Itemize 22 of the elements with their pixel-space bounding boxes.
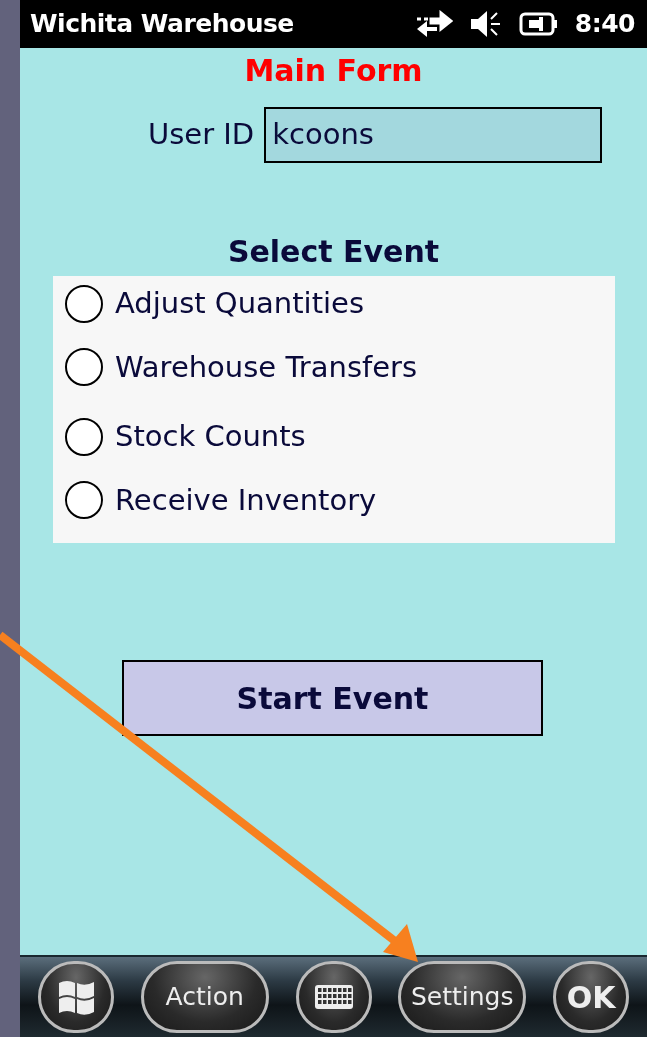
user-id-field[interactable]: kcoons xyxy=(264,107,603,163)
softkey-button[interactable]: Action xyxy=(140,961,269,1033)
radio-button[interactable] xyxy=(65,348,103,387)
clock: 8:40 xyxy=(574,8,635,41)
radio-button[interactable] xyxy=(65,481,103,520)
app-title: Wichita Warehouse xyxy=(30,8,294,41)
speaker-icon xyxy=(468,9,503,39)
event-option-label[interactable]: Warehouse Transfers xyxy=(115,345,418,389)
ok-button[interactable]: OK xyxy=(553,961,629,1033)
event-option-label[interactable]: Adjust Quantities xyxy=(115,282,365,326)
keyboard-icon xyxy=(313,984,354,1010)
section-title: Select Event xyxy=(227,234,440,269)
radio-button[interactable] xyxy=(65,284,103,323)
connectivity-icon xyxy=(414,10,453,38)
user-id-label: User ID xyxy=(148,116,255,154)
softkey-button[interactable]: Settings xyxy=(398,961,527,1033)
event-option-label[interactable]: Receive Inventory xyxy=(115,478,377,522)
battery-icon xyxy=(518,11,559,37)
form-title: Main Form xyxy=(244,53,423,88)
event-option-label[interactable]: Stock Counts xyxy=(115,415,306,459)
start-event-button[interactable]: Start Event xyxy=(122,660,543,736)
radio-button[interactable] xyxy=(65,417,103,456)
